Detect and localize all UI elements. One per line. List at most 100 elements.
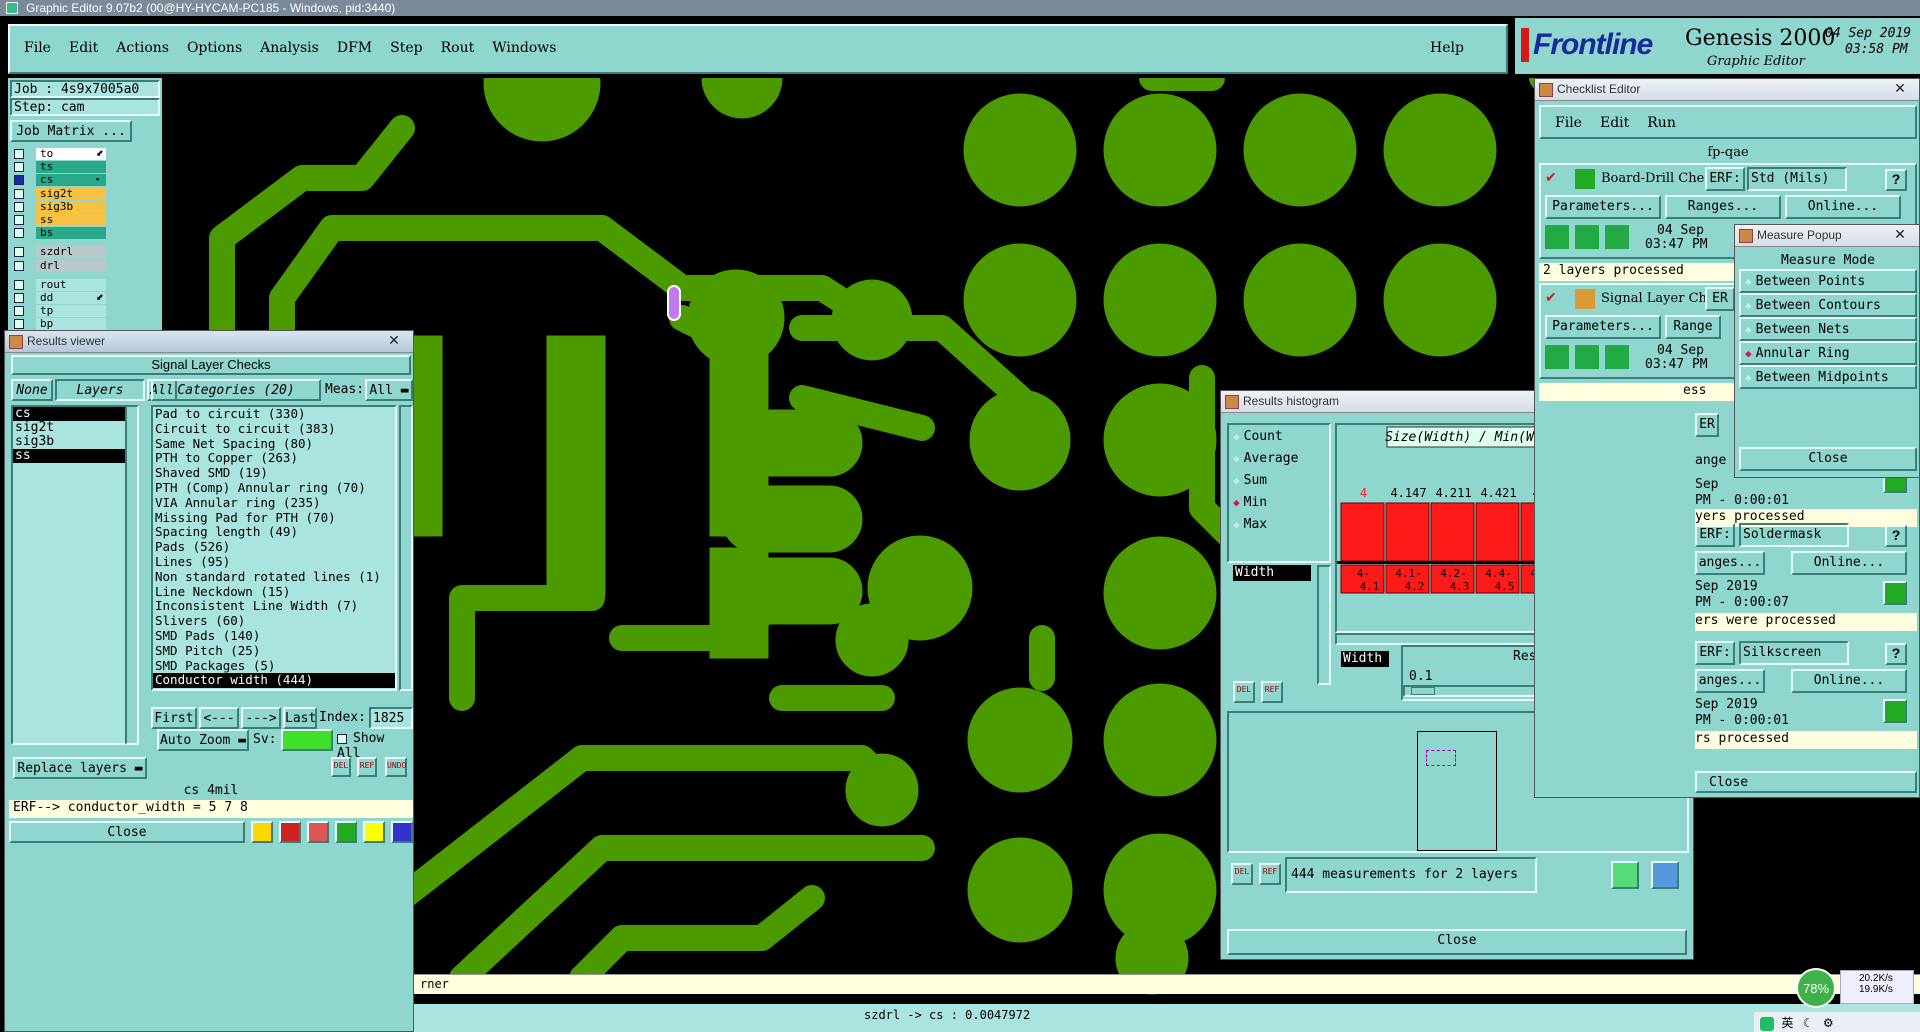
histogram-field-scroll[interactable] bbox=[1317, 565, 1331, 685]
item2-ranges-button[interactable]: Range bbox=[1665, 315, 1721, 339]
layer-checkbox[interactable] bbox=[14, 162, 24, 173]
prev-button[interactable]: <--- bbox=[199, 707, 239, 729]
menu-step[interactable]: Step bbox=[390, 40, 422, 56]
layer-row[interactable]: ss bbox=[12, 214, 158, 227]
menu-file[interactable]: File bbox=[24, 40, 51, 56]
histogram-field[interactable]: Width bbox=[1233, 565, 1311, 581]
measure-option[interactable]: ◆ Between Nets bbox=[1739, 317, 1917, 341]
layer-row[interactable]: rout bbox=[12, 278, 158, 292]
layer-row[interactable]: bp bbox=[12, 318, 158, 330]
notes-icon[interactable] bbox=[363, 821, 385, 843]
close-icon[interactable]: ✕ bbox=[1885, 80, 1915, 98]
layer-checkbox[interactable] bbox=[14, 149, 24, 159]
category-item[interactable]: Non standard rotated lines (1) bbox=[153, 569, 395, 585]
radio-diamond-icon[interactable]: ◆ bbox=[1745, 371, 1752, 384]
histogram-close-button[interactable]: Close bbox=[1227, 929, 1687, 955]
category-item[interactable]: Lines (95) bbox=[153, 554, 395, 570]
radio-diamond-icon[interactable]: ◆ bbox=[1233, 496, 1240, 509]
layer-checkbox[interactable] bbox=[14, 228, 24, 239]
layer-checkbox[interactable] bbox=[14, 306, 24, 317]
layer-row[interactable]: ts bbox=[12, 161, 158, 174]
zoom-fit-icon[interactable] bbox=[1611, 861, 1639, 889]
menu-actions[interactable]: Actions bbox=[116, 40, 169, 56]
radio-diamond-icon[interactable]: ◆ bbox=[1745, 275, 1752, 288]
measure-close-button[interactable]: Close bbox=[1739, 447, 1917, 471]
category-item[interactable]: Inconsistent Line Width (7) bbox=[153, 599, 395, 614]
category-item[interactable]: Conductor width (444) bbox=[153, 673, 395, 689]
radio-diamond-icon[interactable]: ◆ bbox=[1745, 323, 1752, 336]
preview-ref-button[interactable]: REF bbox=[1259, 863, 1281, 885]
category-item[interactable]: SMD Pitch (25) bbox=[153, 643, 395, 659]
item2-parameters-button[interactable]: Parameters... bbox=[1545, 315, 1661, 339]
checklist-menu-file[interactable]: File bbox=[1555, 115, 1582, 137]
layer-checkbox[interactable] bbox=[14, 201, 24, 212]
radio-diamond-icon[interactable]: ◆ bbox=[1233, 474, 1240, 487]
first-button[interactable]: First bbox=[151, 707, 197, 729]
preview-del-button[interactable]: DEL bbox=[1231, 863, 1253, 885]
zoom-result-icon[interactable] bbox=[1651, 861, 1679, 889]
radio-diamond-icon[interactable]: ◆ bbox=[1233, 452, 1240, 465]
layer-row[interactable]: to ⬋ bbox=[12, 148, 158, 161]
measure-option[interactable]: ◆ Between Contours bbox=[1739, 293, 1917, 317]
checklist-close-button[interactable]: Close bbox=[1695, 771, 1917, 793]
help-icon[interactable]: ? bbox=[1885, 643, 1907, 665]
radio-diamond-icon[interactable]: ◆ bbox=[1745, 299, 1752, 312]
checklist-menu-edit[interactable]: Edit bbox=[1600, 115, 1629, 137]
category-scrollbar[interactable] bbox=[399, 405, 413, 691]
run-icon[interactable] bbox=[1605, 345, 1629, 369]
layer-checkbox[interactable] bbox=[14, 215, 24, 225]
menu-windows[interactable]: Windows bbox=[492, 40, 556, 56]
layer-checkbox[interactable] bbox=[14, 175, 24, 186]
layer-checkbox[interactable] bbox=[14, 319, 24, 330]
zoom-icon[interactable] bbox=[1883, 699, 1907, 723]
category-item[interactable]: Spacing length (49) bbox=[153, 525, 395, 540]
layer-checkbox[interactable] bbox=[14, 279, 24, 290]
help-icon[interactable]: ? bbox=[1885, 169, 1907, 191]
layer-row[interactable]: tp bbox=[12, 305, 158, 318]
menu-help[interactable]: Help bbox=[1430, 40, 1464, 56]
item1-online-button[interactable]: Online... bbox=[1785, 195, 1901, 219]
category-item[interactable]: Pad to circuit (330) bbox=[153, 406, 395, 422]
category-item[interactable]: SMD Packages (5) bbox=[153, 658, 395, 674]
results-layer-item[interactable]: sig3b bbox=[13, 435, 127, 449]
menu-dfm[interactable]: DFM bbox=[337, 40, 372, 56]
layer-row[interactable]: sig2t bbox=[12, 187, 158, 201]
check-icon[interactable]: ✔ bbox=[1545, 289, 1557, 306]
radio-diamond-icon[interactable]: ◆ bbox=[1233, 430, 1240, 443]
category-item[interactable]: PTH to Copper (263) bbox=[153, 451, 395, 466]
last-button[interactable]: Last bbox=[283, 707, 317, 729]
checklist-menu-run[interactable]: Run bbox=[1647, 115, 1676, 137]
histogram-icon[interactable] bbox=[391, 821, 413, 843]
results-close-button[interactable]: Close bbox=[9, 821, 245, 843]
next-button[interactable]: ---> bbox=[241, 707, 281, 729]
run-icon[interactable] bbox=[1545, 225, 1569, 249]
board-preview[interactable] bbox=[1417, 731, 1497, 851]
results-layer-item[interactable]: ss bbox=[13, 449, 127, 463]
moon-icon[interactable]: ☾ bbox=[1803, 1016, 1814, 1030]
category-item[interactable]: SMD Pads (140) bbox=[153, 628, 395, 644]
histogram-field2[interactable]: Width bbox=[1341, 651, 1389, 667]
measure-option[interactable]: ◆ Annular Ring bbox=[1739, 341, 1917, 365]
report-icon[interactable] bbox=[279, 821, 301, 843]
category-item[interactable]: Line Neckdown (15) bbox=[153, 584, 395, 600]
hist-del-button[interactable]: DEL bbox=[1233, 681, 1255, 703]
histogram-mode-option[interactable]: ◆ Max bbox=[1229, 513, 1329, 535]
radio-diamond-icon[interactable]: ◆ bbox=[1745, 347, 1752, 360]
histogram-mode-option[interactable]: ◆ Average bbox=[1229, 447, 1329, 469]
layer-row[interactable]: dd ⬋ bbox=[12, 292, 158, 305]
close-icon[interactable]: ✕ bbox=[1885, 226, 1915, 244]
run-icon[interactable] bbox=[1605, 225, 1629, 249]
gear-icon[interactable]: ⚙ bbox=[1823, 1016, 1834, 1030]
category-item[interactable]: Missing Pad for PTH (70) bbox=[153, 510, 395, 526]
sv-color-dropdown[interactable] bbox=[281, 729, 333, 751]
layer-row[interactable]: drl bbox=[12, 259, 158, 273]
close-icon[interactable]: ✕ bbox=[379, 332, 409, 350]
clear-icon[interactable] bbox=[307, 821, 329, 843]
graph-icon[interactable] bbox=[335, 821, 357, 843]
item1-erf-value[interactable]: Std (Mils) bbox=[1747, 167, 1847, 191]
layer-checkbox[interactable] bbox=[14, 247, 24, 258]
histogram-mode-option[interactable]: ◆ Sum bbox=[1229, 469, 1329, 491]
menu-rout[interactable]: Rout bbox=[441, 40, 475, 56]
run-icon[interactable] bbox=[1545, 345, 1569, 369]
histogram-mode-option[interactable]: ◆ Min bbox=[1229, 491, 1329, 513]
